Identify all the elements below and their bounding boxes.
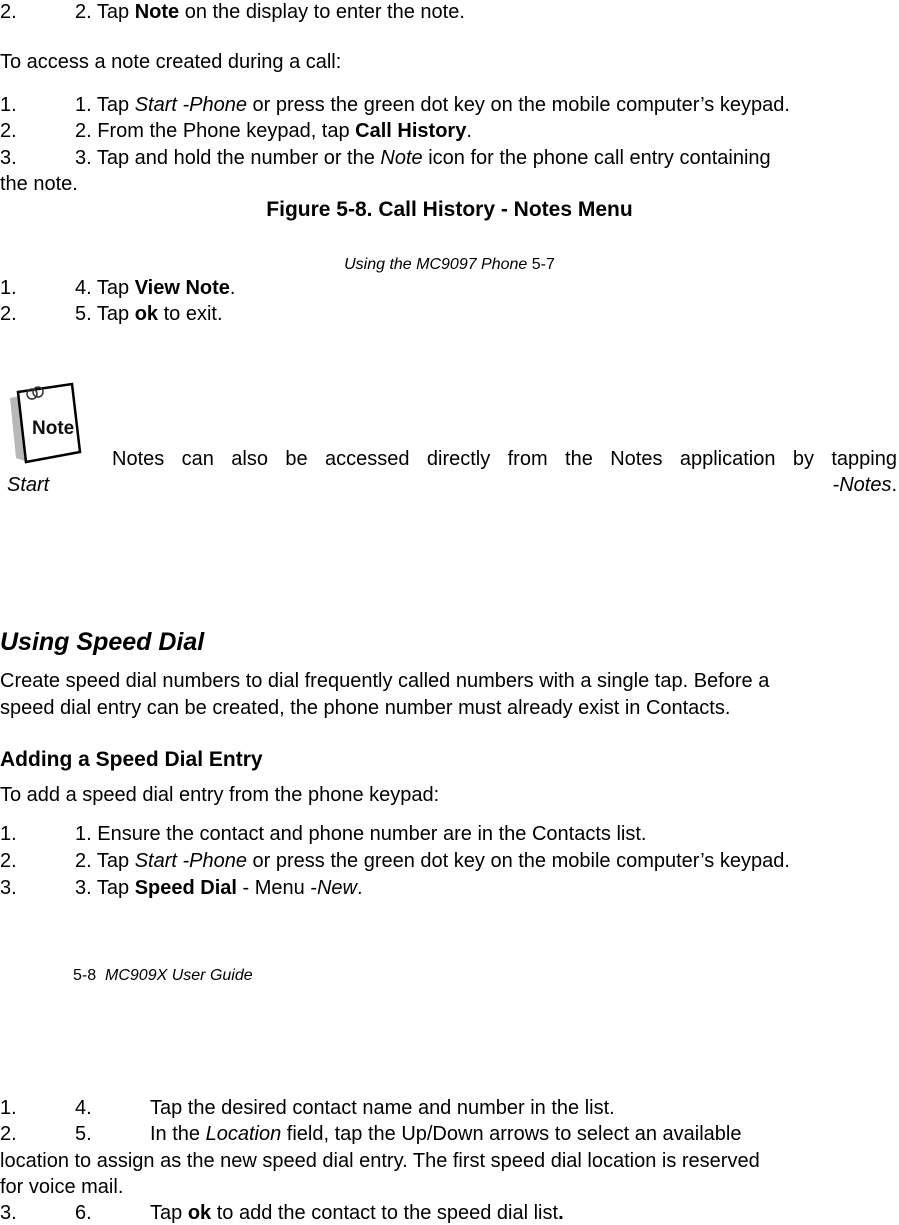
step-text: Tap the desired contact name and number … — [150, 1097, 615, 1119]
step-italic: New — [316, 877, 357, 899]
page-header-number: 5-7 — [527, 256, 555, 273]
step-text-pre: 5. Tap — [75, 303, 135, 325]
step-text: 2. Tap Note on the display to enter the … — [75, 0, 465, 24]
note-start-label: Start — [7, 474, 50, 496]
page-header: Using the MC9097 Phone 5-7 — [0, 253, 899, 277]
note-text-line1: Notes can also be accessed directly from… — [112, 448, 897, 470]
note-notes-italic: -Notes — [832, 474, 892, 496]
step-text-pre: Tap — [150, 1202, 188, 1224]
step-tap-ok: 2. 5. Tap ok to exit. — [0, 302, 899, 326]
list-number: 2. — [0, 1123, 17, 1145]
figure-caption: Figure 5-8. Call History - Notes Menu — [266, 198, 633, 221]
step-italic: Start -Phone — [134, 94, 247, 116]
page-header-title: Using the MC9097 Phone — [344, 256, 528, 273]
page-footer-number: 5-8 — [73, 967, 97, 984]
page-footer: 5-8 MC909X User Guide — [73, 964, 253, 988]
step-text-pre: 2. Tap — [75, 1, 135, 23]
final-step-5-continuation-2: for voice mail. — [0, 1176, 124, 1198]
list-subnumber: 5. — [75, 1123, 92, 1145]
step-text-post: on the display to enter the note. — [179, 1, 465, 23]
list-number: 2. — [0, 303, 17, 325]
step-text-pre: 4. Tap — [75, 277, 135, 299]
step-text: In the Location field, tap the Up/Down a… — [150, 1122, 741, 1146]
adding-step-3: 3. 3. Tap Speed Dial - Menu -New. — [0, 876, 899, 900]
list-number: 2. — [0, 1, 17, 23]
step-text-post: to exit. — [158, 303, 223, 325]
step-italic: Start -Phone — [134, 850, 247, 872]
step-bold: Note — [134, 1, 180, 23]
step-text-post: or press the green dot key on the mobile… — [246, 850, 790, 872]
speed-dial-para-line1: Create speed dial numbers to dial freque… — [0, 670, 770, 692]
section-heading-speed-dial: Using Speed Dial — [0, 628, 205, 656]
list-number: 1. — [0, 823, 17, 845]
step-bold: ok — [134, 303, 159, 325]
final-step-5: 2. 5. In the Location field, tap the Up/… — [0, 1122, 899, 1146]
page-footer-title: MC909X User Guide — [105, 967, 253, 984]
step-bold: View Note — [134, 277, 230, 299]
step-text: 3. Tap Speed Dial - Menu -New. — [75, 876, 363, 900]
step-italic: Location — [205, 1123, 282, 1145]
note-notes-label: -Notes. — [833, 473, 897, 497]
speed-dial-para-line2: speed dial entry can be created, the pho… — [0, 697, 731, 719]
note-text-line2: Start -Notes. — [7, 473, 897, 497]
step-text-post: field, tap the Up/Down arrows to select … — [281, 1123, 742, 1145]
step-text: 1. Tap Start -Phone or press the green d… — [75, 93, 790, 117]
note-period: . — [891, 474, 897, 496]
list-number: 2. — [0, 850, 17, 872]
adding-step-1: 1. 1. Ensure the contact and phone numbe… — [0, 822, 899, 846]
final-step-6: 3. 6. Tap ok to add the contact to the s… — [0, 1201, 899, 1225]
step-text-pre: 2. From the Phone keypad, tap — [75, 120, 356, 142]
step-text-post: to add the contact to the speed dial lis… — [211, 1202, 559, 1224]
step-text: 3. Tap and hold the number or the Note i… — [75, 146, 771, 170]
final-step-5-continuation-1: location to assign as the new speed dial… — [0, 1150, 760, 1172]
list-subnumber: 4. — [75, 1097, 92, 1119]
list-number: 2. — [0, 120, 17, 142]
step-text-post: . — [229, 277, 236, 299]
list-subnumber: 6. — [75, 1202, 92, 1224]
list-number: 1. — [0, 94, 17, 116]
list-number: 3. — [0, 147, 17, 169]
step-text-pre: 3. Tap and hold the number or the — [75, 147, 381, 169]
step-text-pre: 1. Tap — [75, 94, 135, 116]
step-text-pre: In the — [150, 1123, 206, 1145]
step-text: 2. From the Phone keypad, tap Call Histo… — [75, 119, 472, 143]
step-text-pre: 3. Tap — [75, 877, 135, 899]
adding-entry-intro: To add a speed dial entry from the phone… — [0, 784, 440, 806]
step-text: 2. Tap Start -Phone or press the green d… — [75, 849, 790, 873]
step-view-note: 1. 4. Tap View Note. — [0, 276, 899, 300]
step-text-post: . — [466, 120, 472, 142]
step-text-post: . — [357, 877, 363, 899]
step-text-pre: 2. Tap — [75, 850, 135, 872]
step-end-bold: . — [558, 1202, 564, 1224]
subsection-heading-adding-entry: Adding a Speed Dial Entry — [0, 748, 263, 771]
access-intro: To access a note created during a call: — [0, 51, 342, 73]
step-text-post: or press the green dot key on the mobile… — [246, 94, 790, 116]
adding-step-2: 2. 2. Tap Start -Phone or press the gree… — [0, 849, 899, 873]
step-text: 4. Tap View Note. — [75, 276, 235, 300]
step-bold: ok — [187, 1202, 212, 1224]
step-text-mid: - Menu - — [236, 877, 317, 899]
list-number: 1. — [0, 1097, 17, 1119]
step-text: 5. Tap ok to exit. — [75, 302, 223, 326]
step-bold: Speed Dial — [134, 877, 237, 899]
access-step-1: 1. 1. Tap Start -Phone or press the gree… — [0, 93, 899, 117]
list-number: 3. — [0, 1202, 17, 1224]
step-bold: Call History — [355, 120, 467, 142]
step-text: 1. Ensure the contact and phone number a… — [75, 823, 647, 845]
note-callout: Notes can also be accessed directly from… — [0, 447, 899, 507]
step-text: Tap ok to add the contact to the speed d… — [150, 1201, 564, 1225]
step-tap-note: 2. 2. Tap Note on the display to enter t… — [0, 0, 899, 24]
step-italic: Note — [380, 147, 423, 169]
step-text-post: icon for the phone call entry containing — [422, 147, 771, 169]
access-step-3-continuation: the note. — [0, 173, 78, 195]
list-number: 1. — [0, 277, 17, 299]
access-step-2: 2. 2. From the Phone keypad, tap Call Hi… — [0, 119, 899, 143]
access-step-3: 3. 3. Tap and hold the number or the Not… — [0, 146, 899, 170]
list-number: 3. — [0, 877, 17, 899]
final-step-4: 1. 4. Tap the desired contact name and n… — [0, 1096, 899, 1120]
note-icon-label: Note — [32, 418, 74, 439]
